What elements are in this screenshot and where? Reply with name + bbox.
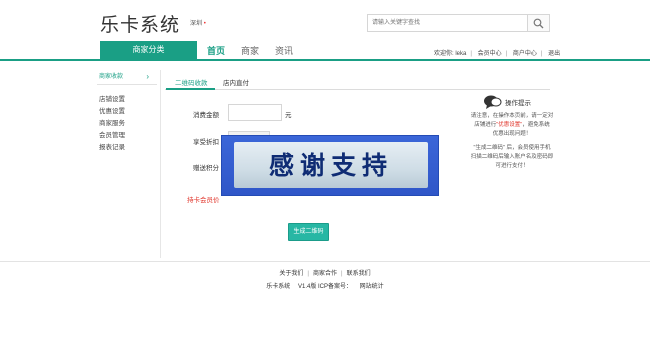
- sidebar-item-member-management[interactable]: 会员管理: [99, 129, 125, 139]
- footer-stats-link[interactable]: 网站统计: [360, 284, 384, 290]
- tip-line-5: 扫描二维码后输入账户名及密码即: [470, 154, 554, 160]
- tip-title: 操作提示: [505, 100, 531, 107]
- sidebar-item-reports[interactable]: 报表记录: [99, 141, 125, 151]
- sidebar-item-merchant-service[interactable]: 商家服务: [99, 117, 125, 127]
- member-center-link[interactable]: 会员中心: [478, 51, 502, 57]
- contact-link[interactable]: 联系我们: [347, 271, 371, 277]
- footer-links: 关于我们 | 商家合作 | 联系我们: [0, 268, 650, 277]
- location-dot-icon: •: [203, 21, 206, 27]
- thanks-banner-image: 感谢支持: [221, 135, 439, 196]
- nav-divider: [0, 59, 650, 61]
- chat-bubble-icon: [484, 95, 502, 109]
- member-price-label: 持卡会员价: [187, 197, 220, 204]
- category-menu[interactable]: 商家分类: [100, 41, 197, 59]
- city-selector[interactable]: 深圳 •: [190, 18, 206, 27]
- banner-text: 感谢支持: [268, 151, 393, 180]
- tab-in-store-pay[interactable]: 店内直付: [223, 77, 249, 87]
- amount-input[interactable]: [228, 104, 282, 121]
- footer-info: 乐卡系统 V1.4版 ICP备案号： 网站统计: [0, 281, 650, 290]
- tip-line-1: 请注意，在操作本页前，请一定对: [470, 113, 554, 119]
- tip-line-4: "生成二维码" 后，会员使用手机: [473, 145, 551, 151]
- footer-divider: [0, 261, 650, 262]
- tip-line-2: 店铺进行"优惠设置"，避免系统: [468, 121, 556, 130]
- active-tab-indicator: [166, 88, 215, 90]
- merchant-center-link[interactable]: 商户中心: [513, 51, 537, 57]
- city-label: 深圳: [190, 21, 203, 27]
- nav-merchants[interactable]: 商家: [241, 44, 259, 57]
- amount-unit: 元: [285, 112, 292, 119]
- tip-highlight: "优惠设置": [496, 122, 523, 128]
- tip-line-2a: 店铺进行: [474, 122, 497, 128]
- nav-home[interactable]: 首页: [207, 44, 225, 57]
- amount-label: 消费金额: [193, 112, 219, 119]
- tab-qr-payment[interactable]: 二维码收款: [175, 77, 208, 87]
- sidebar-item-shop-settings[interactable]: 店铺设置: [99, 93, 125, 103]
- welcome-text: 欢迎你: leka: [434, 51, 467, 57]
- search-icon: [533, 18, 544, 29]
- footer-site-name: 乐卡系统: [266, 284, 291, 290]
- logout-link[interactable]: 退出: [548, 51, 560, 57]
- tip-line-3: 优惠出现问题！: [492, 131, 532, 137]
- partner-link[interactable]: 商家合作: [313, 271, 337, 277]
- link-separator: |: [470, 51, 472, 57]
- search-input[interactable]: [368, 15, 528, 31]
- sidebar-item-collect-payment[interactable]: 商家收款 ›: [97, 70, 157, 85]
- content-divider: [160, 70, 161, 258]
- discount-label: 享受折扣: [193, 139, 219, 146]
- link-separator: |: [341, 271, 343, 277]
- link-separator: |: [540, 51, 543, 57]
- tab-bar: 二维码收款 店内直付: [165, 72, 550, 90]
- search-bar: [367, 14, 550, 32]
- nav-news[interactable]: 资讯: [275, 44, 293, 57]
- chevron-right-icon: ›: [146, 72, 149, 81]
- points-label: 赠送积分: [193, 165, 219, 172]
- generate-qr-button[interactable]: 生成二维码: [288, 223, 329, 241]
- sidebar-item-discount-settings[interactable]: 优惠设置: [99, 105, 125, 115]
- user-links: 欢迎你: leka | 会员中心 | 商户中心 | 退出: [434, 48, 564, 57]
- search-button[interactable]: [527, 15, 549, 31]
- link-separator: |: [505, 51, 508, 57]
- tip-line-2c: ，避免系统: [522, 122, 550, 128]
- link-separator: |: [307, 271, 309, 277]
- tip-line-6: 可进行支付！: [495, 163, 529, 169]
- about-link[interactable]: 关于我们: [279, 271, 303, 277]
- site-logo[interactable]: 乐卡系统: [100, 10, 180, 37]
- sidebar-title-label: 商家收款: [99, 74, 124, 80]
- footer-version: V1.4版 ICP备案号：: [297, 284, 352, 290]
